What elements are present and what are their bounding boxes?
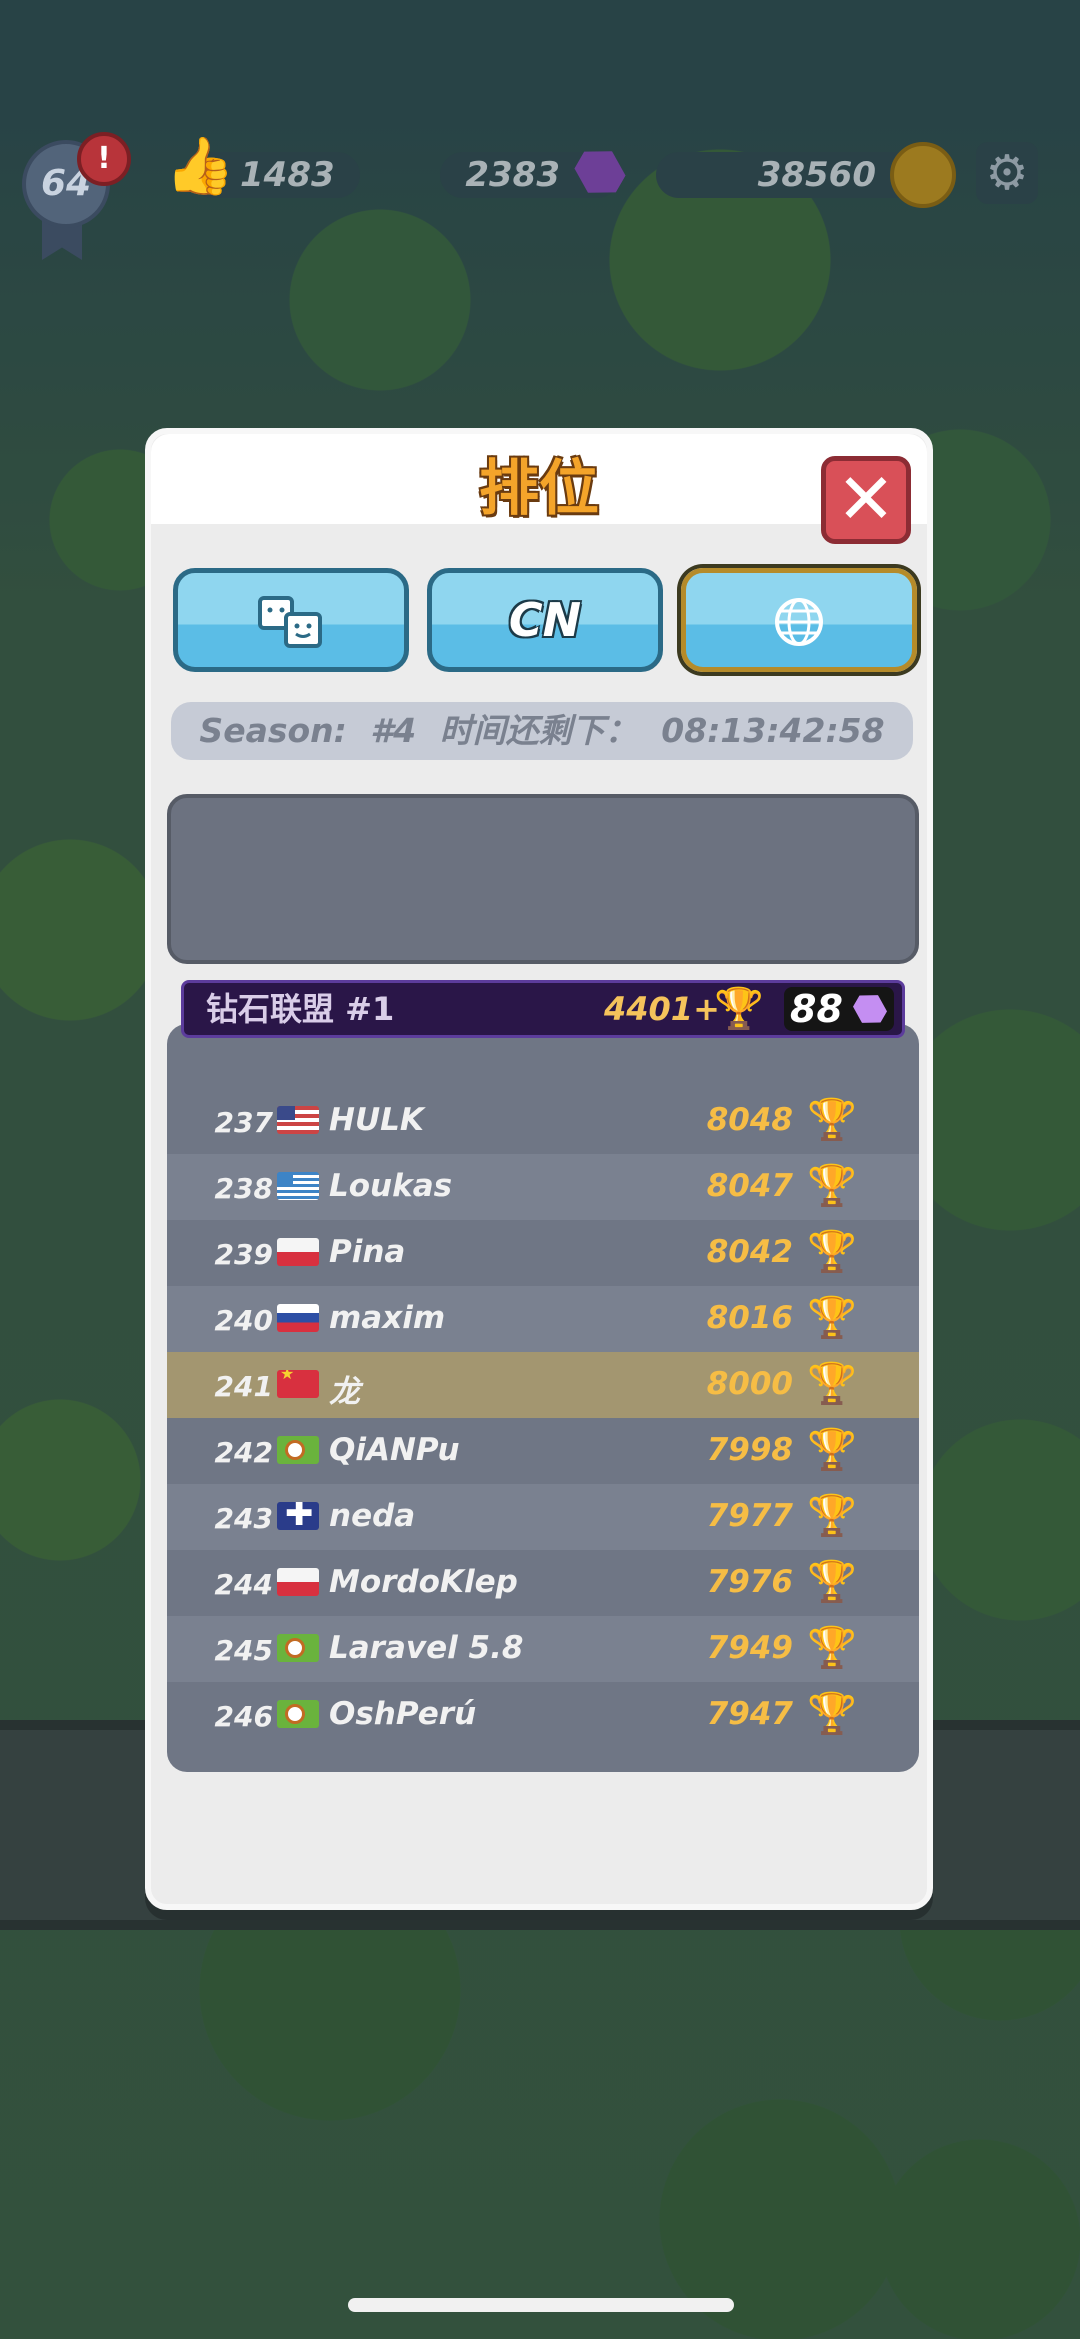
table-row[interactable]: 239 Pina 8042 🏆 — [167, 1220, 919, 1286]
ru-flag-icon — [277, 1304, 319, 1332]
row-player-name: HULK — [329, 1102, 424, 1138]
row-player-name: OshPerú — [329, 1696, 477, 1732]
trophy-icon: 🏆 — [807, 1625, 857, 1671]
row-rank: 244 — [214, 1568, 273, 1601]
trophy-icon: 🏆 — [807, 1559, 857, 1605]
top-resource-bar: 64 ! 1483 👍 2383 38560 ⚙ — [0, 120, 1080, 260]
row-player-name: Pina — [329, 1234, 406, 1270]
close-button[interactable]: ✕ — [821, 456, 911, 544]
row-score: 7947 — [706, 1696, 793, 1732]
trophy-icon: 🏆 — [807, 1691, 857, 1737]
league-reward: 88 — [784, 987, 894, 1031]
row-player-name: 龙 — [329, 1374, 360, 1410]
row-rank: 246 — [214, 1700, 273, 1733]
row-score: 7976 — [706, 1564, 793, 1600]
gem-icon — [848, 987, 892, 1031]
tab-global[interactable] — [681, 568, 917, 672]
row-score: 8042 — [706, 1234, 793, 1270]
row-player-name: Loukas — [329, 1168, 453, 1204]
trophy-icon: 🏆 — [714, 986, 764, 1032]
row-player-name: QiANPu — [329, 1432, 460, 1468]
modal-title: 排位 — [479, 454, 599, 524]
table-row[interactable]: 238 Loukas 8047 🏆 — [167, 1154, 919, 1220]
row-score: 7998 — [706, 1432, 793, 1468]
row-score: 8048 — [706, 1102, 793, 1138]
modal-header: 排位 — [151, 434, 927, 524]
gr-flag-icon — [277, 1172, 319, 1200]
table-row-current-player[interactable]: 241 龙 8000 🏆 — [167, 1352, 919, 1418]
custom-flag-icon — [277, 1700, 319, 1728]
trophy-icon: 🏆 — [807, 1097, 857, 1143]
row-rank: 237 — [214, 1106, 273, 1139]
gb-flag-icon — [277, 1502, 319, 1530]
season-number: #4 — [370, 711, 417, 750]
row-rank: 242 — [214, 1436, 273, 1469]
custom-flag-icon — [277, 1634, 319, 1662]
leaderboard-list[interactable]: 237 HULK 8048 🏆 238 Loukas 8047 🏆 239 Pi… — [167, 1024, 919, 1772]
table-row[interactable]: 246 OshPerú 7947 🏆 — [167, 1682, 919, 1748]
tab-cn[interactable]: CN — [427, 568, 663, 672]
trophy-icon: 🏆 — [807, 1229, 857, 1275]
ranking-modal: 排位 ✕ CN Season: #4 时间还剩下： 08:13:42:58 23 — [145, 428, 933, 1910]
alert-icon: ! — [77, 132, 131, 186]
row-rank: 239 — [214, 1238, 273, 1271]
thumb-up-icon: 👍 — [165, 134, 235, 199]
table-row[interactable]: 237 HULK 8048 🏆 — [167, 1088, 919, 1154]
row-player-name: Laravel 5.8 — [329, 1630, 524, 1666]
friends-icon — [258, 596, 322, 648]
us-flag-icon — [277, 1106, 319, 1134]
home-indicator[interactable] — [348, 2298, 734, 2312]
row-rank: 238 — [214, 1172, 273, 1205]
row-score: 8016 — [706, 1300, 793, 1336]
trophy-icon: 🏆 — [807, 1361, 857, 1407]
league-header: 钻石联盟 #1 4401+ 🏆 88 — [181, 980, 905, 1038]
row-score: 7949 — [706, 1630, 793, 1666]
table-row[interactable]: 242 QiANPu 7998 🏆 — [167, 1418, 919, 1484]
globe-icon — [775, 598, 823, 646]
gear-icon: ⚙ — [985, 145, 1029, 201]
row-player-name: maxim — [329, 1300, 446, 1336]
level-badge[interactable]: 64 ! — [22, 132, 131, 260]
row-rank: 245 — [214, 1634, 273, 1667]
pl-flag-icon — [277, 1568, 319, 1596]
banner-placeholder — [167, 794, 919, 964]
coin-icon — [890, 142, 956, 208]
settings-button[interactable]: ⚙ — [976, 142, 1038, 204]
time-left-value: 08:13:42:58 — [661, 711, 885, 750]
trophy-icon: 🏆 — [807, 1295, 857, 1341]
table-row[interactable]: 240 maxim 8016 🏆 — [167, 1286, 919, 1352]
trophy-icon: 🏆 — [807, 1163, 857, 1209]
time-left-label: 时间还剩下： — [439, 711, 638, 750]
season-label: Season: — [199, 711, 347, 750]
league-gem-reward: 88 — [790, 987, 843, 1031]
close-icon: ✕ — [836, 458, 896, 540]
table-row[interactable]: 245 Laravel 5.8 7949 🏆 — [167, 1616, 919, 1682]
tab-friends[interactable] — [173, 568, 409, 672]
league-trophy-threshold: 4401+ — [604, 990, 720, 1028]
trophy-icon: 🏆 — [807, 1493, 857, 1539]
pl-flag-icon — [277, 1238, 319, 1266]
row-score: 8047 — [706, 1168, 793, 1204]
table-row[interactable]: 243 neda 7977 🏆 — [167, 1484, 919, 1550]
row-score: 8000 — [706, 1366, 793, 1402]
cn-flag-icon — [277, 1370, 319, 1398]
row-score: 7977 — [706, 1498, 793, 1534]
row-rank: 240 — [214, 1304, 273, 1337]
row-rank: 241 — [214, 1370, 273, 1403]
league-name: 钻石联盟 #1 — [206, 990, 395, 1028]
row-player-name: MordoKlep — [329, 1564, 518, 1600]
season-timer-bar: Season: #4 时间还剩下： 08:13:42:58 — [171, 702, 913, 760]
row-player-name: neda — [329, 1498, 416, 1534]
table-row[interactable]: 244 MordoKlep 7976 🏆 — [167, 1550, 919, 1616]
custom-flag-icon — [277, 1436, 319, 1464]
trophy-icon: 🏆 — [807, 1427, 857, 1473]
row-rank: 243 — [214, 1502, 273, 1535]
